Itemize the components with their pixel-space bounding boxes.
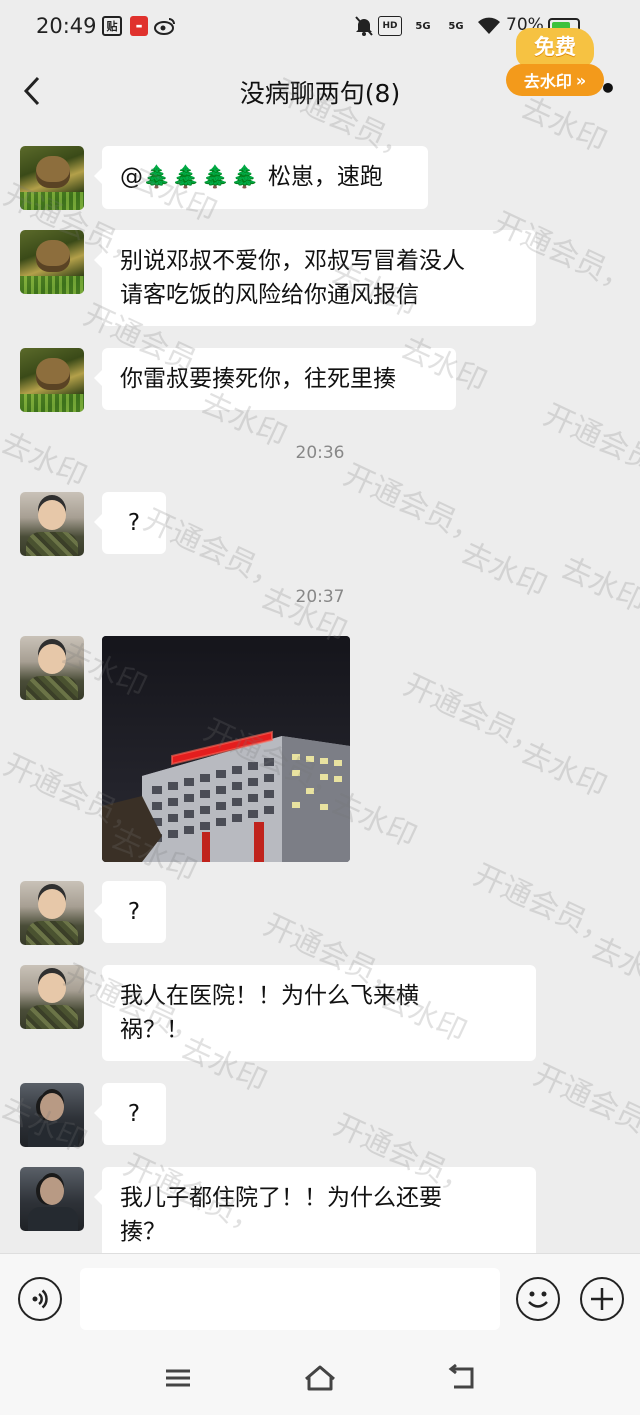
message-bubble[interactable]: 我人在医院！！为什么飞来横 祸？！ <box>94 965 536 1061</box>
hospital-night-photo[interactable] <box>102 636 350 862</box>
network-label-1: 5G <box>415 20 431 32</box>
chat-title: 没病聊两句(8) <box>239 79 401 108</box>
message-text: 松崽，速跑 <box>267 164 383 190</box>
watermark-text: 去水印 <box>555 550 640 621</box>
tree-emoji: 🌲🌲🌲🌲 <box>143 165 261 190</box>
soldier-avatar[interactable] <box>20 230 84 294</box>
wifi-icon <box>477 16 501 36</box>
voice-button[interactable] <box>18 1277 62 1321</box>
signal-5g-icon-2: 5G <box>441 16 471 36</box>
boy-avatar[interactable] <box>20 965 84 1029</box>
status-time: 20:49 <box>36 14 97 38</box>
message-bubble[interactable]: 别说邓叔不爱你，邓叔写冒着没人 请客吃饭的风险给你通风报信 <box>94 230 536 326</box>
message-bubble[interactable]: 我儿子都住院了！！为什么还要 揍？ <box>94 1167 536 1263</box>
watermark-text: 开通会员， <box>528 1057 640 1153</box>
message-text: 别说邓叔不爱你，邓叔写冒着没人 请客吃饭的风险给你通风报信 <box>120 248 465 308</box>
watermark-text: 开通会员， <box>398 667 549 763</box>
message-text: ? <box>127 510 141 536</box>
boy-avatar[interactable] <box>20 636 84 700</box>
message-text: 我儿子都住院了！！为什么还要 揍？ <box>120 1185 442 1245</box>
soldier-avatar[interactable] <box>20 348 84 412</box>
chat-header: 没病聊两句(8) • <box>0 52 640 128</box>
message-text: ? <box>127 899 141 925</box>
network-label-2: 5G <box>448 20 464 32</box>
back-nav-icon[interactable] <box>444 1363 480 1393</box>
message-bubble[interactable]: ? <box>94 492 166 554</box>
watermark-text: 开通会员， <box>538 397 640 493</box>
watermark-text: 去水印 <box>515 735 612 806</box>
watermark-text: 开通会员， <box>338 457 489 553</box>
timestamp: 20:37 <box>295 587 345 607</box>
home-nav-icon[interactable] <box>302 1363 338 1393</box>
signal-5g-icon-1: 5G <box>408 16 438 36</box>
soldier-avatar[interactable] <box>20 146 84 210</box>
system-nav-bar <box>0 1345 640 1415</box>
weibo-icon <box>154 16 176 36</box>
watermark-text: 去水印 <box>585 930 640 1001</box>
plus-button[interactable] <box>580 1277 624 1321</box>
message-bubble[interactable]: ? <box>94 881 166 943</box>
mute-bell-icon <box>354 16 374 36</box>
boy-avatar[interactable] <box>20 492 84 556</box>
timestamp: 20:36 <box>295 443 345 463</box>
more-options-icon[interactable]: • <box>599 72 617 105</box>
news-app-icon: ▬ <box>130 16 148 36</box>
mention-at: @ <box>120 164 143 190</box>
message-bubble[interactable]: @🌲🌲🌲🌲 松崽，速跑 <box>94 146 428 209</box>
watermark-text: 开通会员， <box>468 857 619 953</box>
message-bubble[interactable]: 你雷叔要揍死你，往死里揍 <box>94 348 456 410</box>
message-text: 我人在医院！！为什么飞来横 祸？！ <box>120 983 419 1043</box>
boy-avatar[interactable] <box>20 881 84 945</box>
smiley-icon <box>528 1291 548 1308</box>
plus-icon <box>591 1288 613 1310</box>
message-bubble[interactable]: ? <box>94 1083 166 1145</box>
hd-voice-icon: HD <box>378 16 402 36</box>
dark-avatar[interactable] <box>20 1083 84 1147</box>
emoji-button[interactable] <box>516 1277 560 1321</box>
input-bar <box>0 1253 640 1345</box>
message-text: 你雷叔要揍死你，往死里揍 <box>120 366 396 392</box>
dark-avatar[interactable] <box>20 1167 84 1231</box>
voice-icon <box>32 1289 48 1309</box>
tieba-icon: 贴 <box>102 16 122 36</box>
message-input[interactable] <box>80 1268 500 1330</box>
message-text: ? <box>127 1101 141 1127</box>
menu-nav-icon[interactable] <box>160 1363 196 1393</box>
